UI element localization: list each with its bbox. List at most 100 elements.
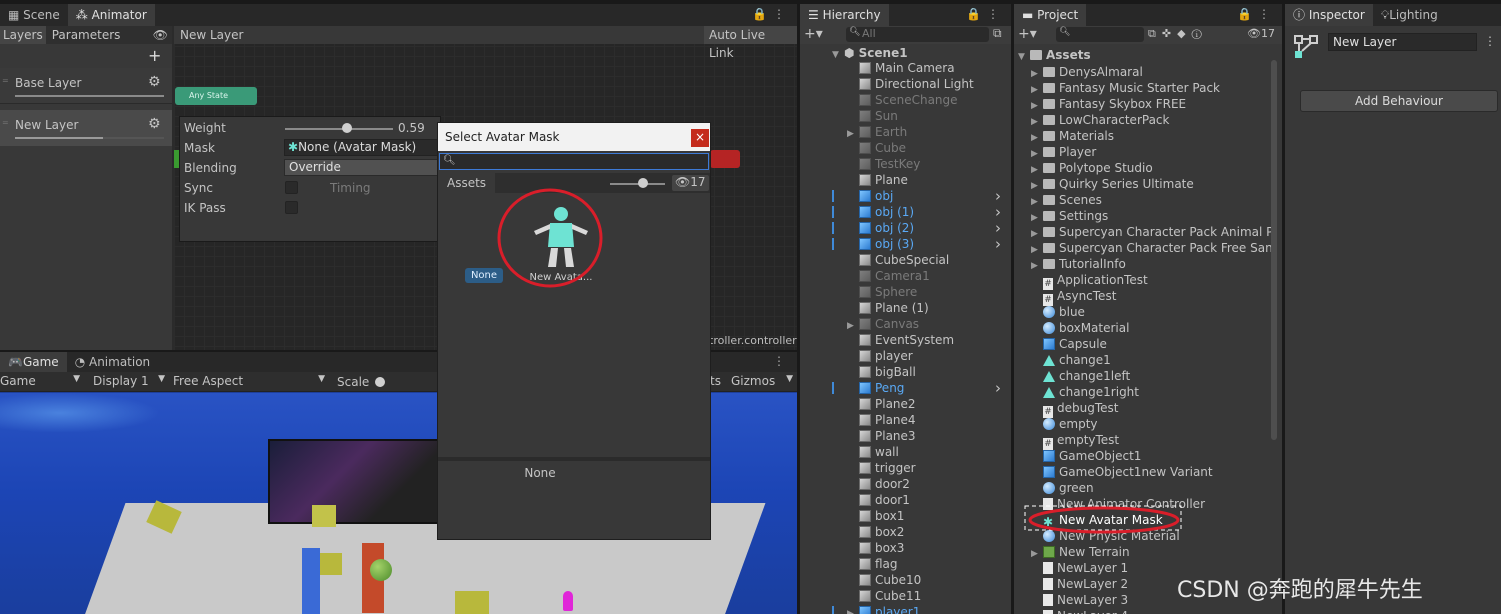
project-item[interactable]: ▶ New Terrain: [1031, 544, 1269, 560]
project-item[interactable]: ▶ LowCharacterPack: [1031, 112, 1269, 128]
project-item[interactable]: change1: [1031, 352, 1269, 368]
hierarchy-item[interactable]: door1: [847, 492, 1007, 508]
project-item[interactable]: empty: [1031, 416, 1269, 432]
chevron-right-icon[interactable]: ›: [995, 204, 1001, 220]
hierarchy-item[interactable]: Cube: [847, 140, 1007, 156]
project-item[interactable]: ▶ Quirky Series Ultimate: [1031, 176, 1269, 192]
eye-icon[interactable]: 👁: [149, 26, 172, 44]
project-item[interactable]: ▶ Fantasy Music Starter Pack: [1031, 80, 1269, 96]
blending-dropdown[interactable]: Override: [284, 159, 440, 176]
project-item[interactable]: GameObject1: [1031, 448, 1269, 464]
tab-assets[interactable]: Assets: [438, 173, 496, 193]
hierarchy-item[interactable]: EventSystem: [847, 332, 1007, 348]
mask-field[interactable]: ✱None (Avatar Mask): [284, 139, 440, 156]
hierarchy-item[interactable]: Plane2: [847, 396, 1007, 412]
tab-scene[interactable]: ▦ Scene: [0, 4, 68, 26]
project-item[interactable]: ▶ Scenes: [1031, 192, 1269, 208]
project-item[interactable]: ▶ Settings: [1031, 208, 1269, 224]
project-item[interactable]: # emptyTest: [1031, 432, 1269, 450]
project-item[interactable]: change1left: [1031, 368, 1269, 384]
hierarchy-item[interactable]: Cube10: [847, 572, 1007, 588]
icon-size-slider-knob[interactable]: [638, 178, 648, 188]
gear-icon[interactable]: ⚙: [148, 116, 161, 132]
game-dropdown[interactable]: Game ▼: [0, 374, 82, 388]
hierarchy-item[interactable]: Cube11: [847, 588, 1007, 604]
project-item[interactable]: boxMaterial: [1031, 320, 1269, 336]
scrollbar-track[interactable]: [1271, 60, 1277, 440]
hierarchy-item[interactable]: Sun: [847, 108, 1007, 124]
weight-value[interactable]: 0.59: [398, 121, 425, 135]
hierarchy-item[interactable]: trigger: [847, 460, 1007, 476]
scale-slider-knob[interactable]: [375, 377, 385, 387]
auto-live-link-button[interactable]: Auto Live Link: [704, 26, 797, 60]
panel-menu-icons[interactable]: ⋮: [773, 354, 791, 368]
tab-animation[interactable]: ◔ Animation: [67, 352, 158, 372]
tab-layers[interactable]: Layers: [0, 26, 46, 44]
project-item[interactable]: ▶ Supercyan Character Pack Free San: [1031, 240, 1273, 256]
panel-menu-icons[interactable]: 🔒⋮: [752, 7, 791, 21]
project-item[interactable]: # ApplicationTest: [1031, 272, 1269, 290]
display-dropdown[interactable]: Display 1 ▼: [93, 374, 165, 388]
any-state-node[interactable]: Any State: [175, 87, 257, 105]
project-item[interactable]: ▶ Player: [1031, 144, 1269, 160]
project-item[interactable]: ▶ DenysAlmaral: [1031, 64, 1269, 80]
dialog-splitter[interactable]: [438, 457, 710, 461]
chevron-right-icon[interactable]: ›: [995, 380, 1001, 396]
search-field[interactable]: 🔍︎: [439, 153, 709, 170]
hierarchy-item[interactable]: obj (2) ›: [832, 220, 1007, 236]
hierarchy-item[interactable]: flag: [847, 556, 1007, 572]
project-item[interactable]: GameObject1new Variant: [1031, 464, 1269, 480]
expand-arrow-icon[interactable]: ▶: [847, 606, 859, 614]
drag-handle-icon[interactable]: =: [2, 118, 9, 127]
gizmos-dropdown[interactable]: Gizmos ▼: [731, 374, 795, 388]
chevron-right-icon[interactable]: ›: [995, 220, 1001, 236]
hierarchy-item[interactable]: Plane (1): [847, 300, 1007, 316]
hierarchy-item[interactable]: Peng ›: [832, 380, 1007, 396]
hierarchy-item[interactable]: box1: [847, 508, 1007, 524]
hierarchy-item[interactable]: Plane4: [847, 412, 1007, 428]
project-item[interactable]: green: [1031, 480, 1269, 496]
project-item[interactable]: ▶ Polytope Studio: [1031, 160, 1269, 176]
hierarchy-item[interactable]: ▶ player1: [832, 604, 1007, 614]
project-item[interactable]: ▶ Materials: [1031, 128, 1269, 144]
stats-button[interactable]: ts: [710, 374, 721, 388]
hierarchy-item[interactable]: bigBall: [847, 364, 1007, 380]
gear-icon[interactable]: ⚙: [148, 74, 161, 90]
tab-parameters[interactable]: Parameters: [46, 26, 127, 44]
hierarchy-item[interactable]: wall: [847, 444, 1007, 460]
hierarchy-item[interactable]: Directional Light: [847, 76, 1007, 92]
hierarchy-item[interactable]: Camera1: [847, 268, 1007, 284]
project-item[interactable]: change1right: [1031, 384, 1269, 400]
hierarchy-item[interactable]: Plane3: [847, 428, 1007, 444]
drag-handle-icon[interactable]: =: [2, 76, 9, 85]
inspector-menu-icon[interactable]: ⋮: [1484, 34, 1496, 48]
hierarchy-item[interactable]: obj (3) ›: [832, 236, 1007, 252]
aspect-dropdown[interactable]: Free Aspect ▼: [173, 374, 327, 388]
hierarchy-item[interactable]: SceneChange: [847, 92, 1007, 108]
hierarchy-item[interactable]: door2: [847, 476, 1007, 492]
hierarchy-item[interactable]: Main Camera: [847, 60, 1007, 76]
hierarchy-item[interactable]: ▶ Earth: [847, 124, 1007, 140]
hierarchy-item[interactable]: box3: [847, 540, 1007, 556]
weight-slider-knob[interactable]: [342, 123, 352, 133]
hierarchy-item[interactable]: Plane: [847, 172, 1007, 188]
hierarchy-item[interactable]: Sphere: [847, 284, 1007, 300]
tab-animator[interactable]: ⁂ Animator: [67, 4, 155, 26]
project-item[interactable]: ▶ TutorialInfo: [1031, 256, 1269, 272]
chevron-right-icon[interactable]: ›: [995, 236, 1001, 252]
sync-checkbox[interactable]: [285, 181, 298, 194]
project-item[interactable]: ▶ Supercyan Character Pack Animal P: [1031, 224, 1273, 240]
tab-game[interactable]: 🎮Game: [0, 352, 67, 372]
add-behaviour-button[interactable]: Add Behaviour: [1300, 90, 1498, 112]
chevron-right-icon[interactable]: ›: [995, 188, 1001, 204]
project-item[interactable]: NewLayer 4: [1031, 608, 1269, 614]
hierarchy-item[interactable]: CubeSpecial: [847, 252, 1007, 268]
hierarchy-item[interactable]: obj ›: [832, 188, 1007, 204]
add-layer-button[interactable]: +: [148, 46, 161, 65]
hierarchy-item[interactable]: obj (1) ›: [832, 204, 1007, 220]
project-item[interactable]: # debugTest: [1031, 400, 1269, 418]
layer-item-base[interactable]: = Base Layer ⚙: [0, 68, 172, 104]
project-item[interactable]: Capsule: [1031, 336, 1269, 352]
project-item[interactable]: ▶ Fantasy Skybox FREE: [1031, 96, 1269, 112]
layer-name-field[interactable]: New Layer: [1328, 33, 1477, 51]
